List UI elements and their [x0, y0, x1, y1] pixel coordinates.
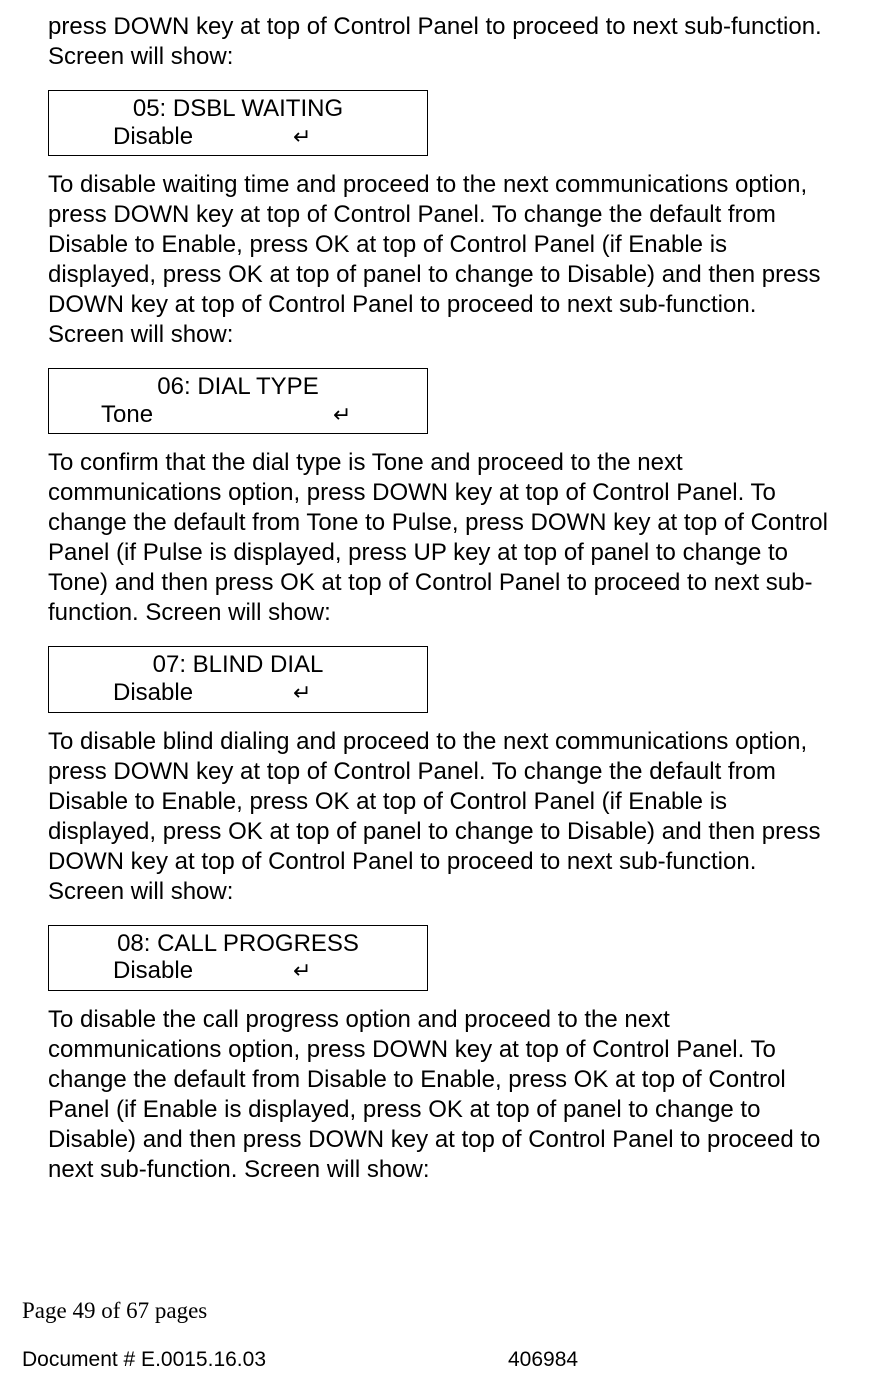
- page-content: press DOWN key at top of Control Panel t…: [0, 0, 886, 1185]
- lcd-value: Disable: [57, 679, 193, 707]
- enter-icon: ↵: [193, 680, 311, 705]
- lcd-display-05: 05: DSBL WAITING Disable ↵: [48, 90, 428, 156]
- lcd-row: Tone ↵: [57, 401, 419, 429]
- lcd-display-07: 07: BLIND DIAL Disable ↵: [48, 646, 428, 712]
- lcd-title: 08: CALL PROGRESS: [57, 930, 419, 958]
- intro-paragraph: press DOWN key at top of Control Panel t…: [48, 12, 838, 72]
- body-paragraph: To confirm that the dial type is Tone an…: [48, 448, 838, 628]
- lcd-display-08: 08: CALL PROGRESS Disable ↵: [48, 925, 428, 991]
- document-number: 406984: [508, 1348, 578, 1372]
- body-paragraph: To disable the call progress option and …: [48, 1005, 838, 1185]
- lcd-value: Tone: [57, 401, 153, 429]
- body-paragraph: To disable blind dialing and proceed to …: [48, 727, 838, 907]
- lcd-value: Disable: [57, 123, 193, 151]
- document-id: Document # E.0015.16.03: [22, 1348, 266, 1372]
- lcd-row: Disable ↵: [57, 679, 419, 707]
- lcd-row: Disable ↵: [57, 123, 419, 151]
- page-number: Page 49 of 67 pages: [22, 1298, 207, 1324]
- lcd-title: 07: BLIND DIAL: [57, 651, 419, 679]
- body-paragraph: To disable waiting time and proceed to t…: [48, 170, 838, 350]
- enter-icon: ↵: [193, 958, 311, 983]
- lcd-title: 06: DIAL TYPE: [57, 373, 419, 401]
- enter-icon: ↵: [153, 402, 351, 427]
- lcd-value: Disable: [57, 957, 193, 985]
- lcd-display-06: 06: DIAL TYPE Tone ↵: [48, 368, 428, 434]
- lcd-row: Disable ↵: [57, 957, 419, 985]
- enter-icon: ↵: [193, 124, 311, 149]
- lcd-title: 05: DSBL WAITING: [57, 95, 419, 123]
